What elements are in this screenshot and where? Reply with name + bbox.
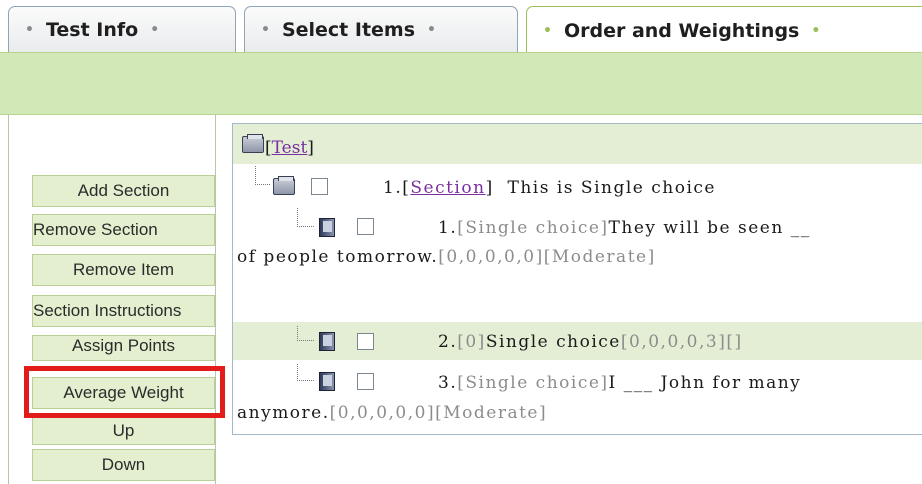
tab-label: Order and Weightings (563, 19, 800, 42)
item-type: [Single choice] (457, 218, 609, 238)
button-label: Section Instructions (33, 301, 182, 320)
item-number: 2. (438, 332, 458, 352)
item-number: 3. (438, 373, 458, 393)
item-meta: [0,0,0,0,0][Moderate] (329, 403, 548, 423)
item-text: anymore. (237, 403, 330, 423)
item-meta: [0,0,0,0,0][Moderate] (438, 247, 656, 267)
tab-bullet-icon: • (811, 22, 821, 39)
up-button[interactable]: Up (32, 417, 215, 445)
tree-root-row: [Test] (233, 124, 922, 164)
item-meta: [0,0,0,0,3][] (620, 332, 743, 352)
item-line-1: 2.[0]Single choice[0,0,0,0,3][] (438, 332, 743, 352)
item-type: [Single choice] (457, 373, 609, 393)
tree-item-row: 3.[Single choice]I ___ John for many any… (233, 360, 922, 430)
item-text: I ___ John for many (608, 373, 802, 393)
document-icon (319, 218, 337, 237)
button-label: Up (112, 421, 135, 440)
button-label: Remove Section (33, 220, 158, 239)
test-link[interactable]: Test (272, 138, 308, 158)
item-type: [0] (457, 332, 486, 352)
item-checkbox[interactable] (357, 218, 374, 235)
tree-section-row: 1.[Section] This is Single choice (233, 164, 922, 204)
tree-item-row: 2.[0]Single choice[0,0,0,0,3][] (233, 322, 922, 360)
tree-connector (297, 208, 314, 227)
tree-connector (297, 364, 314, 381)
toolbar-band (0, 52, 922, 115)
item-line-2: anymore.[0,0,0,0,0][Moderate] (237, 403, 547, 423)
tab-label: Select Items (281, 18, 416, 41)
action-panel: Add Section Remove Section Remove Item S… (8, 115, 225, 484)
document-icon (319, 332, 337, 351)
folder-icon (242, 134, 264, 153)
tab-bullet-icon: • (543, 22, 552, 39)
tab-bar: • Test Info • • Select Items • • Order a… (0, 0, 922, 54)
tab-bullet-icon: • (427, 21, 436, 38)
item-text: of people tomorrow. (237, 247, 439, 267)
section-link[interactable]: Section (410, 178, 485, 198)
item-number: 1. (438, 218, 458, 238)
remove-section-button[interactable]: Remove Section (32, 214, 215, 246)
button-label: Add Section (77, 181, 170, 200)
folder-icon (273, 176, 295, 195)
document-icon (319, 372, 337, 391)
tab-order-and-weightings[interactable]: • Order and Weightings • (526, 6, 922, 54)
button-label: Assign Points (72, 336, 175, 355)
assign-points-button[interactable]: Assign Points (32, 335, 215, 361)
tree-connector (297, 326, 314, 341)
section-instructions-button[interactable]: Section Instructions (32, 295, 215, 327)
tab-select-items[interactable]: • Select Items • (244, 6, 518, 52)
tab-bullet-icon: • (261, 21, 270, 38)
item-checkbox[interactable] (357, 333, 374, 350)
tab-test-info[interactable]: • Test Info • (8, 6, 236, 52)
item-line-1: 3.[Single choice]I ___ John for many (438, 373, 801, 393)
remove-item-button[interactable]: Remove Item (32, 254, 215, 286)
item-text: They will be seen __ (608, 218, 811, 238)
section-title: This is Single choice (507, 178, 716, 198)
item-tree: [Test] 1.[Section] This is Single choice… (232, 123, 922, 435)
tab-label: Test Info (45, 18, 139, 41)
tree-item-row: 1.[Single choice]They will be seen __ of… (233, 204, 922, 274)
root-label-wrap: [Test] (265, 138, 314, 158)
tab-bullet-icon: • (25, 21, 34, 38)
tab-bullet-icon: • (150, 21, 160, 38)
item-line-2: of people tomorrow.[0,0,0,0,0][Moderate] (237, 247, 656, 267)
down-button[interactable]: Down (32, 449, 215, 481)
button-label: Remove Item (72, 260, 175, 279)
button-label: Down (101, 455, 146, 474)
item-text: Single choice (485, 332, 621, 352)
tree-connector (255, 166, 270, 185)
section-number: 1. (383, 178, 403, 198)
section-checkbox[interactable] (311, 178, 328, 195)
button-label: Average Weight (63, 383, 184, 402)
item-checkbox[interactable] (357, 373, 374, 390)
average-weight-button[interactable]: Average Weight (32, 377, 215, 409)
section-label: 1.[Section] This is Single choice (383, 178, 716, 198)
add-section-button[interactable]: Add Section (32, 175, 215, 207)
item-line-1: 1.[Single choice]They will be seen __ (438, 218, 811, 238)
